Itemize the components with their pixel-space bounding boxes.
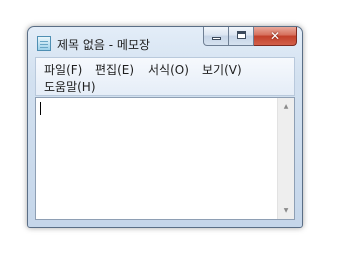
close-icon: ✕: [269, 29, 281, 43]
scroll-up-icon[interactable]: ▲: [278, 98, 294, 115]
notepad-app-icon[interactable]: [37, 36, 51, 51]
menu-format[interactable]: 서식(O): [148, 63, 189, 77]
vertical-scrollbar[interactable]: ▲ ▼: [277, 98, 294, 219]
menu-view[interactable]: 보기(V): [202, 63, 242, 77]
text-caret: [40, 102, 41, 115]
caption-buttons: ✕: [203, 27, 297, 46]
title-bar[interactable]: 제목 없음 - 메모장 ✕: [28, 27, 302, 57]
maximize-button[interactable]: [229, 27, 254, 46]
maximize-icon: [237, 31, 246, 39]
scroll-down-icon[interactable]: ▼: [278, 202, 294, 219]
notepad-window: 제목 없음 - 메모장 ✕ 파일(F) 편집(E) 서식(O) 보기(V) 도움…: [27, 26, 303, 228]
menu-help[interactable]: 도움말(H): [44, 80, 96, 94]
minimize-icon: [212, 37, 221, 40]
window-title: 제목 없음 - 메모장: [57, 38, 151, 52]
text-editor[interactable]: ▲ ▼: [35, 97, 295, 220]
menu-bar: 파일(F) 편집(E) 서식(O) 보기(V) 도움말(H): [35, 57, 295, 96]
close-button[interactable]: ✕: [254, 27, 297, 46]
minimize-button[interactable]: [203, 27, 229, 46]
menu-file[interactable]: 파일(F): [44, 63, 82, 77]
menu-edit[interactable]: 편집(E): [95, 63, 134, 77]
